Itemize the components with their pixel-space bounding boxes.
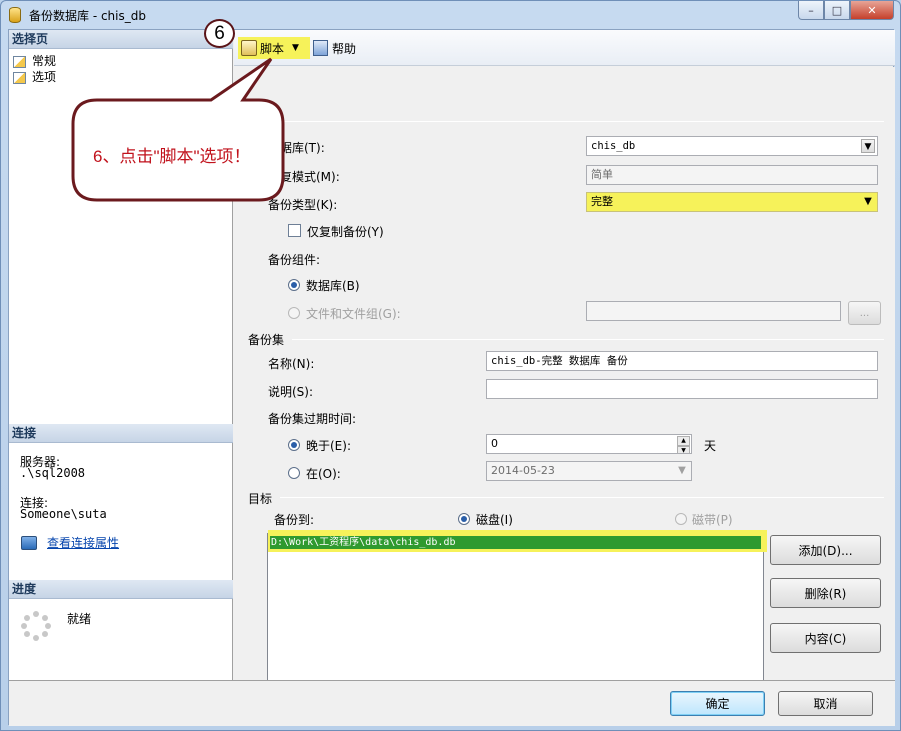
expire-on-radio[interactable] bbox=[288, 467, 300, 479]
backup-component-label: 备份组件: bbox=[268, 253, 321, 267]
expire-date-picker[interactable]: 2014-05-23 ▼ bbox=[486, 461, 692, 481]
stepper-arrows-icon[interactable]: ▲ ▼ bbox=[677, 436, 690, 453]
ok-button[interactable]: 确定 bbox=[670, 691, 765, 716]
chevron-down-icon: ▼ bbox=[864, 196, 872, 207]
server-value: .\sql2008 bbox=[20, 466, 86, 480]
calendar-icon: ▼ bbox=[678, 465, 686, 476]
backup-type-select[interactable]: 完整 ▼ bbox=[586, 192, 878, 212]
window-controls: – □ ✕ bbox=[798, 1, 894, 20]
progress-status: 就绪 bbox=[67, 612, 92, 626]
component-files-label: 文件和文件组(G): bbox=[306, 307, 401, 321]
properties-icon bbox=[21, 535, 37, 550]
database-icon bbox=[9, 7, 21, 23]
tape-radio[interactable] bbox=[675, 513, 687, 525]
component-files-radio[interactable] bbox=[288, 307, 300, 319]
cancel-button[interactable]: 取消 bbox=[778, 691, 873, 716]
callout-text: 6、点击"脚本"选项！ bbox=[93, 147, 251, 166]
description-label: 说明(S): bbox=[268, 385, 314, 399]
browse-button[interactable]: ... bbox=[848, 301, 881, 325]
step-badge: 6 bbox=[204, 19, 235, 48]
divider bbox=[280, 497, 884, 498]
page-item-label: 选项 bbox=[32, 70, 57, 84]
component-database-label: 数据库(B) bbox=[306, 279, 360, 293]
script-icon bbox=[241, 40, 257, 56]
page-item-label: 常规 bbox=[32, 54, 57, 68]
contents-button[interactable]: 内容(C) bbox=[770, 623, 881, 653]
remove-destination-button[interactable]: 删除(R) bbox=[770, 578, 881, 608]
expire-after-label: 晚于(E): bbox=[306, 439, 351, 453]
callout-bubble bbox=[71, 57, 285, 202]
page-item-options[interactable]: 选项 bbox=[13, 70, 56, 85]
dialog-footer: 确定 取消 bbox=[9, 680, 895, 726]
list-item[interactable]: D:\Work\工资程序\data\chis_db.db bbox=[270, 536, 761, 549]
filegroup-field bbox=[586, 301, 841, 321]
divider bbox=[274, 121, 884, 122]
options-form: 源 数据库(T): chis_db ▼ 恢复模式(M): 简单 备份类型(K):… bbox=[234, 67, 895, 682]
title-bar: 备份数据库 - chis_db – □ ✕ bbox=[1, 1, 900, 29]
backup-set-group-label: 备份集 bbox=[248, 333, 285, 347]
toolbar: 脚本 ▼ 帮助 bbox=[234, 30, 895, 66]
destination-group-label: 目标 bbox=[248, 492, 273, 506]
help-label: 帮助 bbox=[332, 41, 357, 56]
expire-label: 备份集过期时间: bbox=[268, 412, 357, 426]
connection-value: Someone\suta bbox=[20, 507, 107, 521]
help-button[interactable]: 帮助 bbox=[310, 37, 359, 59]
disk-radio[interactable] bbox=[458, 513, 470, 525]
progress-header: 进度 bbox=[9, 580, 233, 599]
expire-after-radio[interactable] bbox=[288, 439, 300, 451]
close-button[interactable]: ✕ bbox=[850, 1, 894, 20]
backup-database-window: 备份数据库 - chis_db – □ ✕ 选择页 常规 选项 连接 服务器: … bbox=[0, 0, 901, 731]
maximize-button[interactable]: □ bbox=[824, 1, 850, 20]
description-input[interactable] bbox=[486, 379, 878, 399]
tape-label: 磁带(P) bbox=[692, 513, 733, 527]
name-input[interactable]: chis_db-完整 数据库 备份 bbox=[486, 351, 878, 371]
chevron-down-icon: ▼ bbox=[861, 139, 875, 153]
script-label: 脚本 bbox=[260, 41, 285, 56]
destination-list[interactable]: D:\Work\工资程序\data\chis_db.db bbox=[267, 530, 767, 682]
progress-spinner-icon bbox=[21, 611, 51, 641]
page-item-general[interactable]: 常规 bbox=[13, 54, 56, 69]
expire-days-stepper[interactable]: 0 ▲ ▼ bbox=[486, 434, 692, 454]
database-select[interactable]: chis_db ▼ bbox=[586, 136, 878, 156]
backup-to-label: 备份到: bbox=[274, 513, 315, 527]
copy-only-checkbox[interactable] bbox=[288, 224, 301, 237]
link-label: 查看连接属性 bbox=[47, 536, 120, 550]
divider bbox=[292, 339, 884, 340]
connection-header: 连接 bbox=[9, 424, 233, 443]
component-database-radio[interactable] bbox=[288, 279, 300, 291]
help-icon bbox=[313, 40, 328, 56]
page-icon bbox=[13, 71, 26, 84]
window-title: 备份数据库 - chis_db bbox=[29, 9, 146, 23]
name-label: 名称(N): bbox=[268, 357, 315, 371]
minimize-button[interactable]: – bbox=[798, 1, 824, 20]
recovery-model-field: 简单 bbox=[586, 165, 878, 185]
copy-only-label: 仅复制备份(Y) bbox=[307, 225, 384, 239]
disk-label: 磁盘(I) bbox=[476, 513, 513, 527]
expire-on-label: 在(O): bbox=[306, 467, 341, 481]
select-page-header: 选择页 bbox=[9, 30, 233, 49]
view-connection-properties-link[interactable]: 查看连接属性 bbox=[21, 534, 119, 551]
page-icon bbox=[13, 55, 26, 68]
add-destination-button[interactable]: 添加(D)... bbox=[770, 535, 881, 565]
days-unit: 天 bbox=[704, 439, 717, 453]
chevron-down-icon[interactable]: ▼ bbox=[292, 43, 299, 53]
